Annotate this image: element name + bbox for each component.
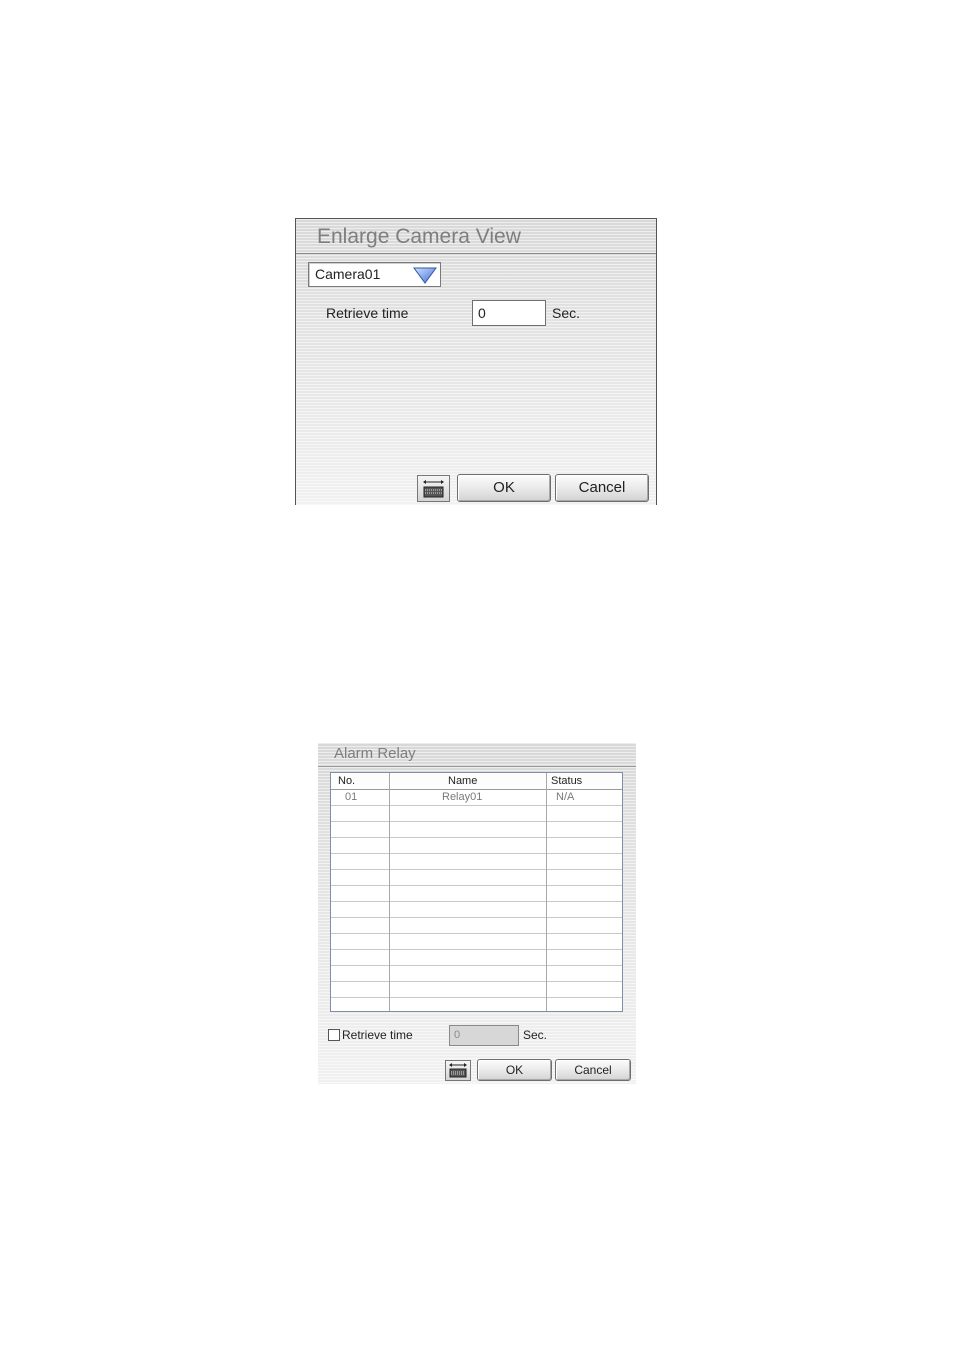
table-row-empty [331,886,622,902]
table-row-empty [331,934,622,950]
table-row-empty [331,870,622,886]
cell-no: 01 [345,791,358,803]
retrieve-time-label: Retrieve time [342,1028,413,1042]
table-row[interactable]: 01 Relay01 N/A [331,790,622,806]
cell-name: Relay01 [442,791,483,803]
column-header-no[interactable]: No. [338,774,355,789]
table-row-empty [331,918,622,934]
seconds-unit-label: Sec. [552,305,581,321]
cancel-button[interactable]: Cancel [555,1059,631,1081]
table-row-empty [331,854,622,870]
camera-select-value: Camera01 [315,266,381,282]
retrieve-time-checkbox[interactable] [328,1029,340,1041]
keyboard-icon[interactable] [445,1060,471,1081]
column-header-name[interactable]: Name [448,774,477,789]
column-header-status[interactable]: Status [551,774,582,789]
table-row-empty [331,966,622,982]
dialog-title: Enlarge Camera View [296,219,656,254]
camera-select[interactable]: Camera01 [308,262,441,287]
relay-table: No. Name Status 01 Relay01 N/A [330,772,623,1012]
dropdown-arrow-icon[interactable] [412,266,438,284]
ok-button[interactable]: OK [457,474,551,502]
retrieve-time-input[interactable]: 0 [472,300,546,326]
cell-status: N/A [556,791,575,803]
retrieve-time-label: Retrieve time [326,305,409,321]
column-divider [546,773,547,1011]
alarm-relay-dialog: Alarm Relay No. Name Status 01 Relay01 N… [318,743,636,1084]
table-row-empty [331,822,622,838]
table-row-empty [331,982,622,998]
enlarge-camera-view-dialog: Enlarge Camera View Camera01 Retrieve ti… [295,218,657,505]
dialog-title: Alarm Relay [318,743,636,767]
table-header: No. Name Status [331,773,622,790]
cancel-button[interactable]: Cancel [555,474,649,502]
table-row-empty [331,902,622,918]
table-row-empty [331,806,622,822]
ok-button[interactable]: OK [477,1059,552,1081]
keyboard-icon[interactable] [417,475,450,502]
column-divider [389,773,390,1011]
retrieve-time-input[interactable]: 0 [449,1025,519,1046]
table-row-empty [331,838,622,854]
table-row-empty [331,998,622,1014]
table-row-empty [331,950,622,966]
seconds-unit-label: Sec. [523,1028,548,1042]
